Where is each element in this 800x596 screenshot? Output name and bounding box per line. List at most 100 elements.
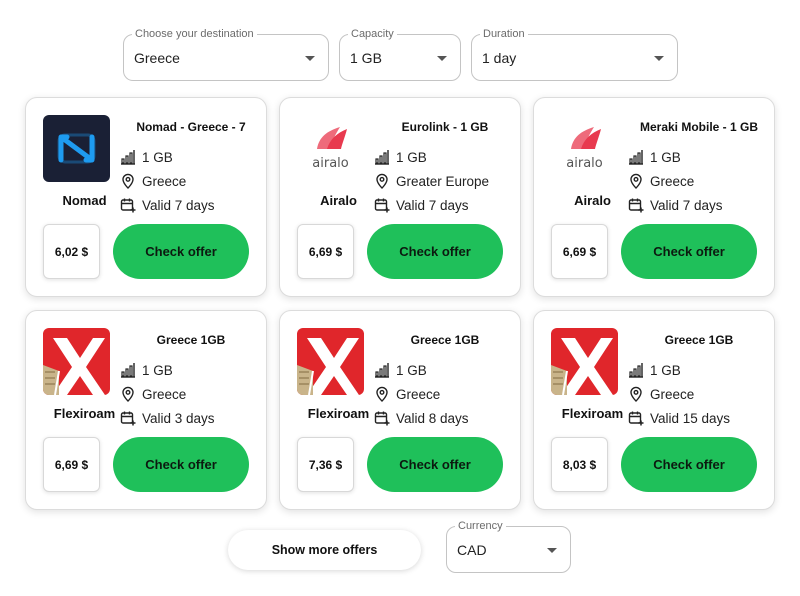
location-pin-icon	[120, 386, 136, 402]
calendar-add-icon	[374, 197, 390, 213]
feature-data: 1 GB	[374, 147, 427, 167]
price-tag: 6,02 $	[43, 224, 100, 279]
airalo-wordmark: airalo	[312, 156, 349, 171]
validity-period: Valid 7 days	[396, 197, 469, 213]
validity-period: Valid 7 days	[650, 197, 723, 213]
coverage-region: Greece	[142, 386, 187, 402]
location-pin-icon	[374, 173, 390, 189]
chevron-down-icon	[305, 56, 315, 61]
signal-bars-icon	[628, 362, 644, 378]
location-pin-icon	[628, 173, 644, 189]
signal-bars-icon	[120, 362, 136, 378]
feature-region: Greater Europe	[374, 171, 489, 191]
offers-grid: Nomad Nomad - Greece - 71 GB Greece Valid 7…	[25, 97, 775, 510]
signal-bars-icon	[374, 149, 390, 165]
check-offer-button[interactable]: Check offer	[367, 437, 503, 492]
offer-title: Greece 1GB	[664, 333, 734, 347]
capacity-select[interactable]: Capacity 1 GB	[339, 27, 461, 81]
price-tag: 7,36 $	[297, 437, 354, 492]
price-tag: 8,03 $	[551, 437, 608, 492]
feature-region: Greece	[628, 384, 694, 404]
feature-validity: Valid 8 days	[374, 408, 469, 428]
offer-title: Greece 1GB	[156, 333, 226, 347]
destination-label: Choose your destination	[132, 27, 257, 41]
feature-validity: Valid 7 days	[374, 195, 469, 215]
coverage-region: Greece	[650, 386, 695, 402]
price-tag: 6,69 $	[551, 224, 608, 279]
check-offer-button[interactable]: Check offer	[113, 224, 249, 279]
feature-validity: Valid 7 days	[628, 195, 723, 215]
location-pin-icon	[120, 173, 136, 189]
offer-card: Flexiroam Greece 1GB 1 GB Greece Valid 3 day…	[25, 310, 267, 510]
show-more-offers-button[interactable]: Show more offers	[228, 530, 421, 570]
check-offer-button[interactable]: Check offer	[367, 224, 503, 279]
feature-data: 1 GB	[628, 147, 681, 167]
feature-validity: Valid 3 days	[120, 408, 215, 428]
data-amount: 1 GB	[396, 362, 427, 378]
coverage-region: Greece	[142, 173, 187, 189]
offer-title: Nomad - Greece - 7	[136, 120, 246, 134]
feature-data: 1 GB	[374, 360, 427, 380]
duration-label: Duration	[480, 27, 528, 41]
destination-select[interactable]: Choose your destination Greece	[123, 27, 329, 81]
validity-period: Valid 8 days	[396, 410, 469, 426]
signal-bars-icon	[374, 362, 390, 378]
feature-data: 1 GB	[120, 360, 173, 380]
airalo-wordmark: airalo	[566, 156, 603, 171]
coverage-region: Greece	[396, 386, 441, 402]
data-amount: 1 GB	[650, 149, 681, 165]
currency-select[interactable]: Currency CAD	[446, 519, 571, 573]
check-offer-button[interactable]: Check offer	[621, 224, 757, 279]
location-pin-icon	[628, 386, 644, 402]
feature-region: Greece	[628, 171, 694, 191]
offer-card: Flexiroam Greece 1GB 1 GB Greece Valid 8 day…	[279, 310, 521, 510]
check-offer-button[interactable]: Check offer	[621, 437, 757, 492]
currency-value: CAD	[457, 542, 487, 558]
signal-bars-icon	[628, 149, 644, 165]
chevron-down-icon	[437, 56, 447, 61]
price-tag: 6,69 $	[297, 224, 354, 279]
offer-card: Flexiroam Greece 1GB 1 GB Greece Valid 15 da…	[533, 310, 775, 510]
flexiroam-logo	[43, 328, 110, 395]
capacity-value: 1 GB	[350, 50, 382, 66]
check-offer-button[interactable]: Check offer	[113, 437, 249, 492]
offer-title: Eurolink - 1 GB	[401, 120, 489, 134]
chevron-down-icon	[547, 548, 557, 553]
data-amount: 1 GB	[142, 149, 173, 165]
capacity-label: Capacity	[348, 27, 397, 41]
calendar-add-icon	[628, 197, 644, 213]
offer-title: Greece 1GB	[410, 333, 480, 347]
offer-card: airalo Airalo Meraki Mobile - 1 GB 1 GB Gree…	[533, 97, 775, 297]
airalo-logo: airalo	[297, 115, 364, 182]
calendar-add-icon	[120, 197, 136, 213]
feature-validity: Valid 7 days	[120, 195, 215, 215]
duration-value: 1 day	[482, 50, 517, 66]
location-pin-icon	[374, 386, 390, 402]
calendar-add-icon	[120, 410, 136, 426]
offer-card: airalo Airalo Eurolink - 1 GB 1 GB Greater E…	[279, 97, 521, 297]
flexiroam-logo	[551, 328, 618, 395]
validity-period: Valid 7 days	[142, 197, 215, 213]
feature-validity: Valid 15 days	[628, 408, 730, 428]
flexiroam-logo	[297, 328, 364, 395]
nomad-logo	[43, 115, 110, 182]
offer-title: Meraki Mobile - 1 GB	[639, 120, 759, 134]
data-amount: 1 GB	[142, 362, 173, 378]
data-amount: 1 GB	[650, 362, 681, 378]
feature-data: 1 GB	[120, 147, 173, 167]
feature-region: Greece	[120, 171, 186, 191]
airalo-logo: airalo	[551, 115, 618, 182]
duration-select[interactable]: Duration 1 day	[471, 27, 678, 81]
calendar-add-icon	[374, 410, 390, 426]
destination-value: Greece	[134, 50, 180, 66]
data-amount: 1 GB	[396, 149, 427, 165]
feature-region: Greece	[374, 384, 440, 404]
offer-card: Nomad Nomad - Greece - 71 GB Greece Valid 7…	[25, 97, 267, 297]
feature-region: Greece	[120, 384, 186, 404]
signal-bars-icon	[120, 149, 136, 165]
feature-data: 1 GB	[628, 360, 681, 380]
calendar-add-icon	[628, 410, 644, 426]
coverage-region: Greece	[650, 173, 695, 189]
currency-label: Currency	[455, 519, 506, 533]
price-tag: 6,69 $	[43, 437, 100, 492]
